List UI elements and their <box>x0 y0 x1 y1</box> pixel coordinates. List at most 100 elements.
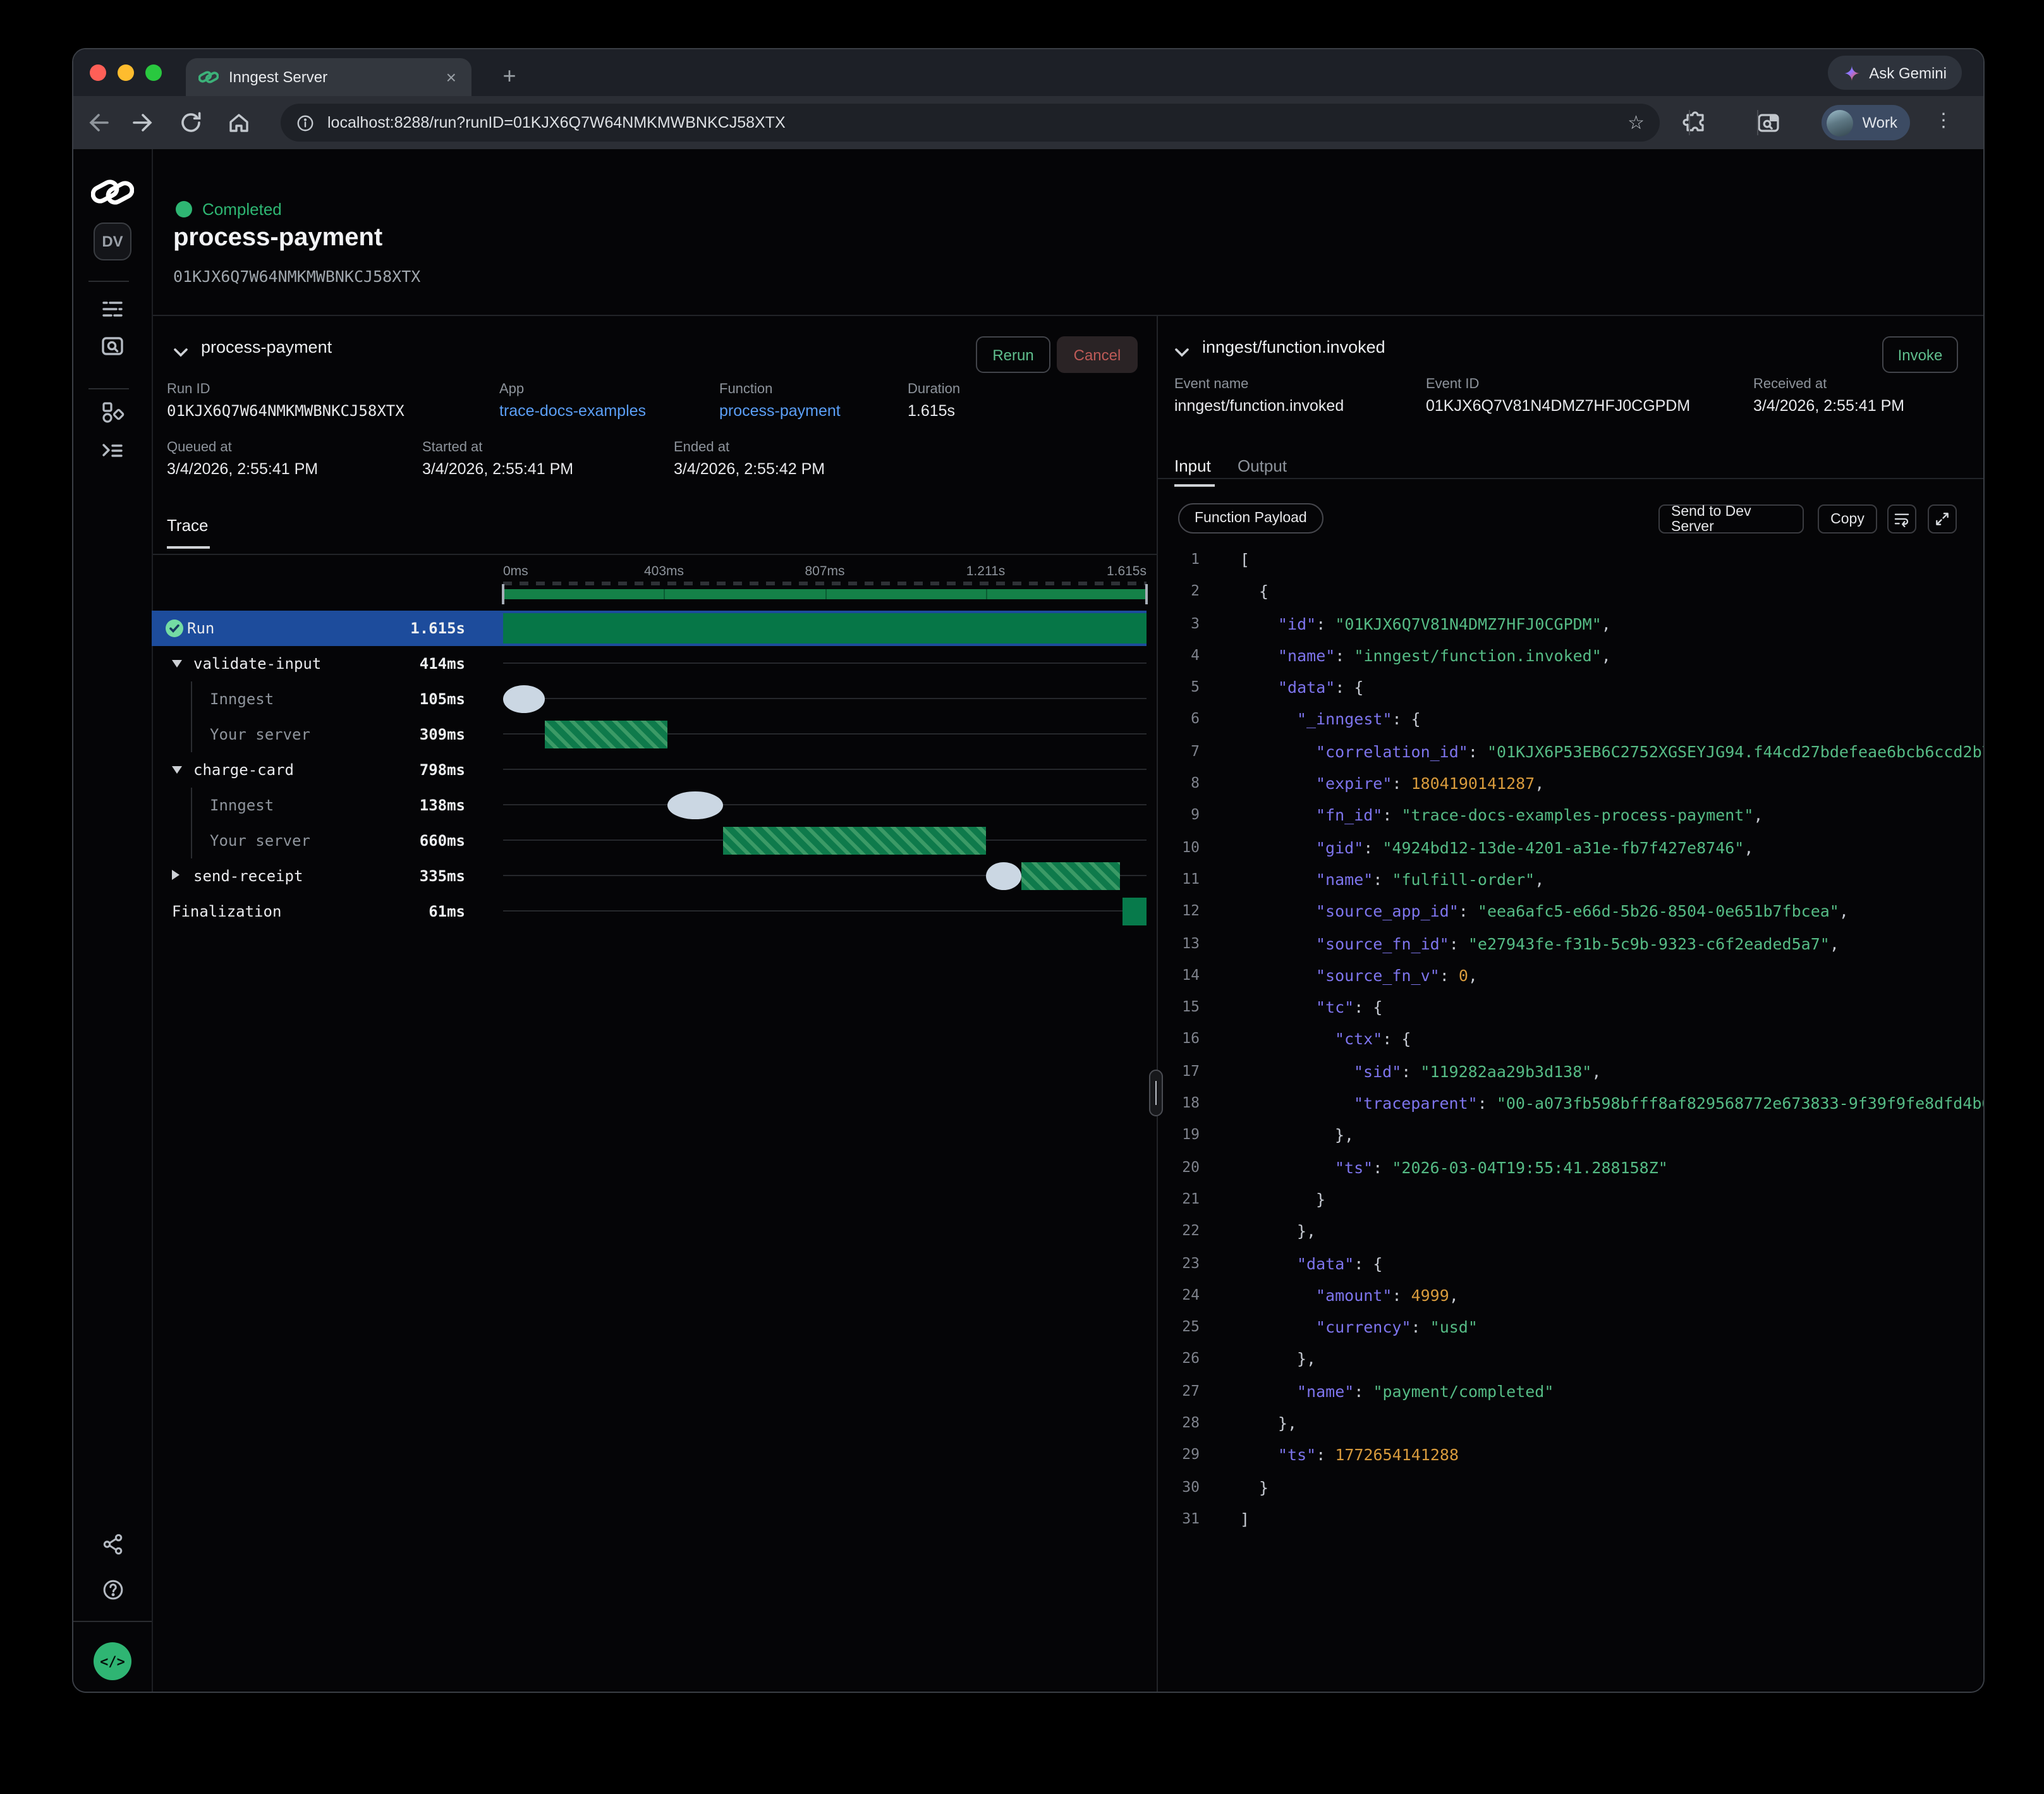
minimap-tick <box>1147 589 1148 599</box>
word-wrap-icon[interactable] <box>1887 504 1916 534</box>
check-circle-icon <box>166 619 183 637</box>
reload-button[interactable] <box>178 110 204 135</box>
expand-icon[interactable] <box>1928 504 1957 534</box>
code-line-content: ] <box>1240 1503 1250 1535</box>
code-line-content: "source_fn_v": 0, <box>1240 960 1478 992</box>
trace-row-charge-card[interactable]: charge-card798ms <box>152 752 1147 788</box>
trace-row-finalization[interactable]: Finalization61ms <box>152 894 1147 929</box>
chevron-down-icon[interactable] <box>173 341 188 351</box>
axis-tick: 0ms <box>503 564 528 579</box>
browser-tab[interactable]: Inngest Server × <box>186 58 471 96</box>
panel-divider <box>1157 315 1158 1692</box>
status-badge: Completed <box>202 200 282 219</box>
trace-row-duration: 309ms <box>393 717 465 752</box>
line-number: 28 <box>1174 1407 1200 1439</box>
trace-row-inngest[interactable]: Inngest138ms <box>152 788 1147 823</box>
field-value[interactable]: trace-docs-examples <box>499 402 646 420</box>
field-value[interactable]: process-payment <box>719 402 841 420</box>
tab-output[interactable]: Output <box>1238 456 1287 475</box>
timeline-ruler <box>503 582 1147 585</box>
trace-step-name: Finalization <box>172 894 281 929</box>
share-icon[interactable] <box>73 1532 152 1556</box>
code-line: 31] <box>1174 1503 1983 1535</box>
code-line-content: }, <box>1240 1343 1316 1376</box>
run-meta-duration: Duration1.615s <box>908 382 960 420</box>
span-bar-light <box>986 862 1021 890</box>
field-label: Ended at <box>674 440 825 455</box>
trace-row-your-server[interactable]: Your server309ms <box>152 717 1147 752</box>
code-line: 26}, <box>1174 1343 1983 1376</box>
line-number: 5 <box>1174 671 1200 704</box>
code-line: 12"source_app_id": "eea6afc5-e66d-5b26-8… <box>1174 896 1983 928</box>
new-tab-button[interactable]: + <box>493 59 526 92</box>
send-to-dev-server-button[interactable]: Send to Dev Server <box>1658 504 1804 534</box>
sidebar-item-events[interactable] <box>73 334 152 359</box>
bookmark-star-icon[interactable]: ☆ <box>1627 111 1645 134</box>
span-bar-light <box>503 685 545 713</box>
axis-tick: 807ms <box>805 564 844 579</box>
trace-row-your-server[interactable]: Your server660ms <box>152 823 1147 858</box>
code-line-content: "data": { <box>1240 671 1363 704</box>
chevron-down-icon[interactable] <box>172 660 182 668</box>
url-bar[interactable]: localhost:8288/run?runID=01KJX6Q7W64NMKM… <box>281 104 1660 142</box>
invoke-button[interactable]: Invoke <box>1882 336 1958 373</box>
trace-row-validate-input[interactable]: validate-input414ms <box>152 646 1147 681</box>
copy-button[interactable]: Copy <box>1818 504 1877 534</box>
run-meta-started-at: Started at3/4/2026, 2:55:41 PM <box>422 440 573 478</box>
tab-trace[interactable]: Trace <box>167 516 209 535</box>
maximize-window-button[interactable] <box>145 64 162 81</box>
screen: Inngest Server × + Ask Gemini <box>0 0 2044 1794</box>
trace-step-name: Run <box>187 611 214 646</box>
code-line-content: "sid": "119282aa29b3d138", <box>1240 1056 1601 1088</box>
timeline-minimap[interactable] <box>503 582 1147 599</box>
chevron-right-icon[interactable] <box>172 870 179 880</box>
code-line: 23"data": { <box>1174 1247 1983 1279</box>
minimize-window-button[interactable] <box>118 64 134 81</box>
gemini-star-icon <box>1842 64 1860 82</box>
trace-row-send-receipt[interactable]: send-receipt335ms <box>152 858 1147 894</box>
profile-chip[interactable]: Work <box>1822 105 1910 140</box>
field-label: Queued at <box>167 440 318 455</box>
field-value: 1.615s <box>908 402 960 420</box>
status-dot <box>176 201 192 217</box>
code-line-content: "amount": 4999, <box>1240 1279 1459 1312</box>
ask-gemini-button[interactable]: Ask Gemini <box>1827 56 1962 90</box>
chevron-down-icon[interactable] <box>1174 341 1189 351</box>
span-bar-hatch <box>723 827 986 855</box>
search-tabs-icon[interactable] <box>1756 110 1781 135</box>
cancel-button[interactable]: Cancel <box>1057 336 1138 373</box>
forward-button[interactable] <box>131 110 157 135</box>
trace-row-duration: 660ms <box>393 823 465 858</box>
site-info-icon[interactable] <box>296 113 315 132</box>
trace-row-inngest[interactable]: Inngest105ms <box>152 681 1147 717</box>
tab-close-icon[interactable]: × <box>444 67 459 87</box>
workspace-badge[interactable]: DV <box>73 223 152 260</box>
help-icon[interactable] <box>73 1578 152 1602</box>
trace-row-run[interactable]: Run1.615s <box>152 611 1147 646</box>
field-value: 3/4/2026, 2:55:41 PM <box>167 460 318 478</box>
code-line: 7"correlation_id": "01KJX6P53EB6C2752XGS… <box>1174 736 1983 768</box>
extensions-icon[interactable] <box>1682 110 1708 135</box>
home-button[interactable] <box>226 110 252 135</box>
dev-server-button[interactable]: </> <box>94 1642 131 1680</box>
chevron-down-icon[interactable] <box>172 766 182 774</box>
sidebar-item-runs[interactable] <box>73 296 152 321</box>
line-number: 17 <box>1174 1056 1200 1088</box>
timeline-baseline <box>503 910 1147 912</box>
tree-guide-line <box>191 681 192 717</box>
panel-resize-handle[interactable] <box>1149 1070 1163 1116</box>
trace-row-duration: 798ms <box>393 752 465 788</box>
rerun-button[interactable]: Rerun <box>976 336 1050 373</box>
back-button[interactable] <box>85 110 110 135</box>
sidebar-item-apps[interactable] <box>73 400 152 425</box>
minimap-tick <box>986 589 987 599</box>
payload-type-chip[interactable]: Function Payload <box>1178 503 1323 534</box>
tab-input[interactable]: Input <box>1174 456 1211 475</box>
url-text[interactable]: localhost:8288/run?runID=01KJX6Q7W64NMKM… <box>327 114 1615 131</box>
close-window-button[interactable] <box>90 64 106 81</box>
sidebar-item-functions[interactable] <box>73 437 152 463</box>
browser-menu-icon[interactable]: ⋮ <box>1934 109 1953 131</box>
code-line-content: "expire": 1804190141287, <box>1240 767 1544 800</box>
code-line: 10"gid": "4924bd12-13de-4201-a31e-fb7f42… <box>1174 831 1983 863</box>
minimap-tick <box>825 589 826 599</box>
